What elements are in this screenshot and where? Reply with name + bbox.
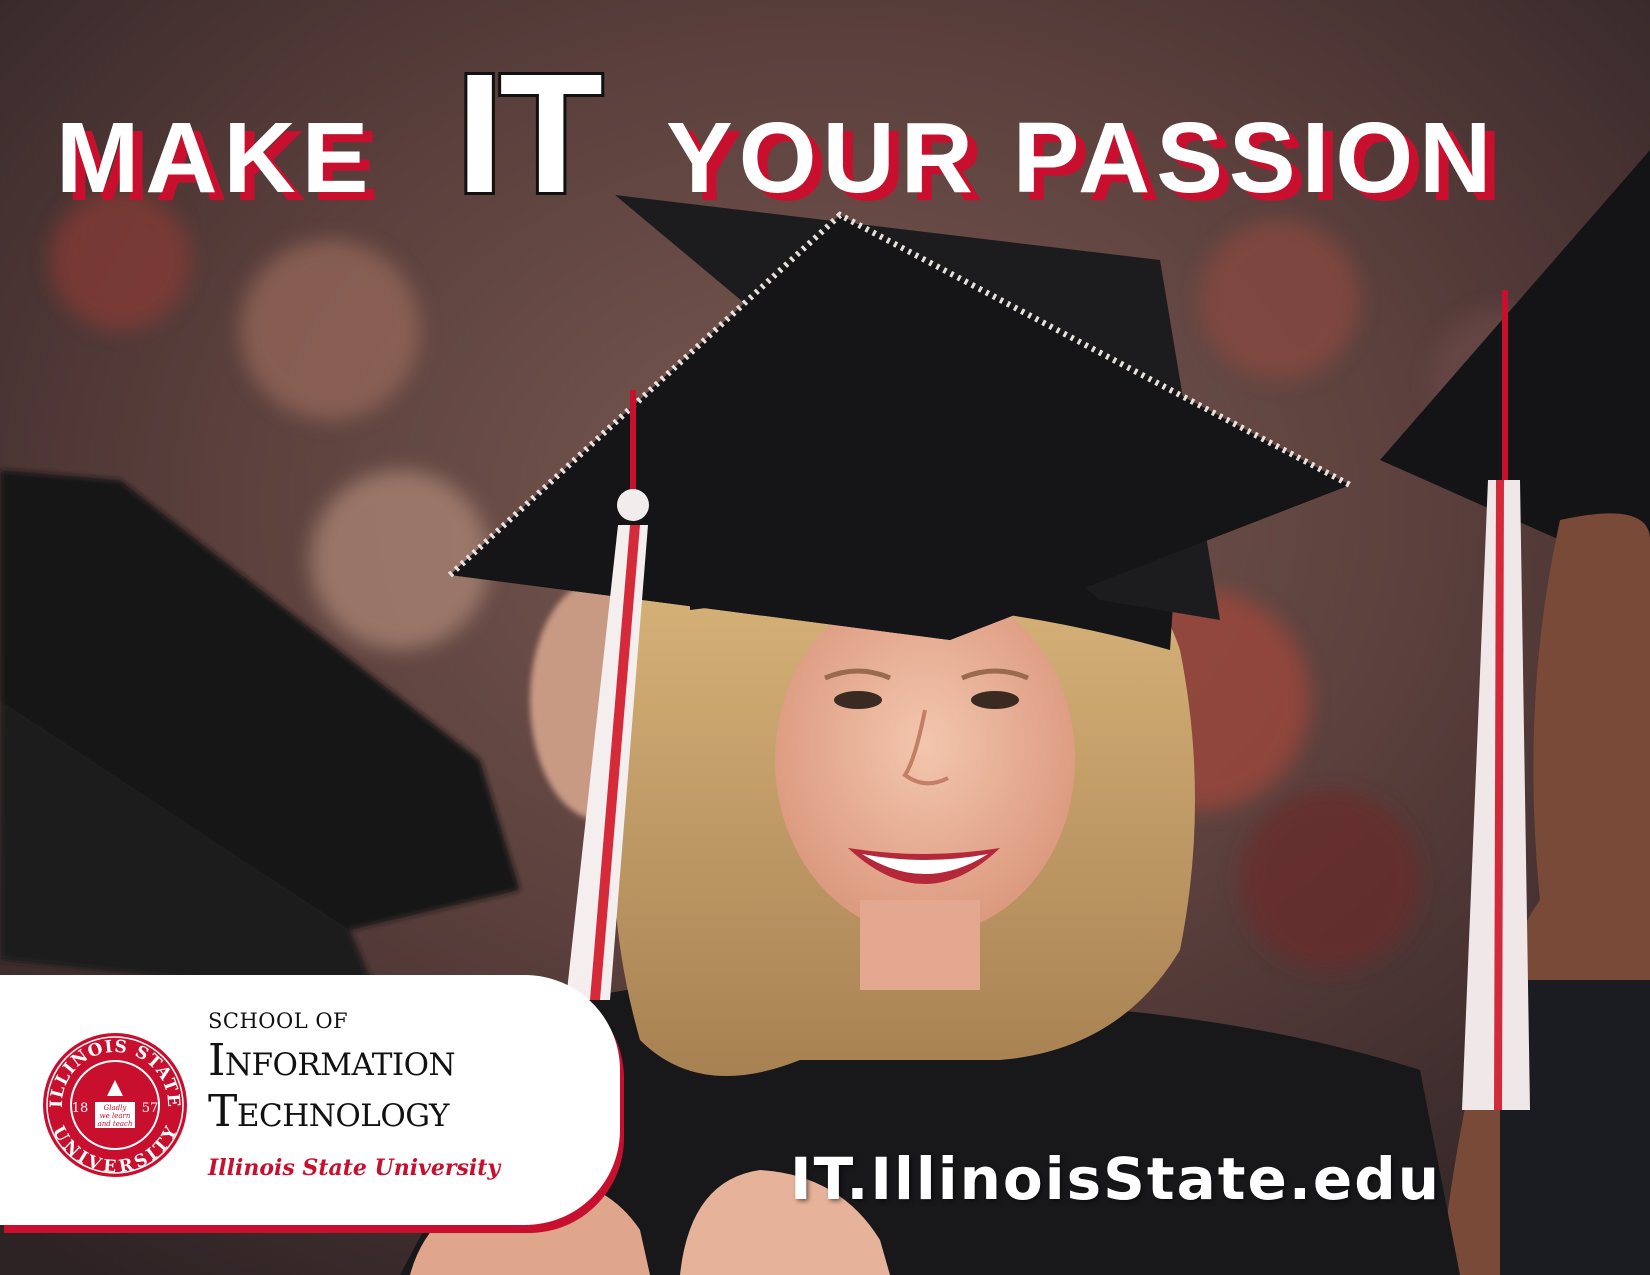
headline: MAKE MAKE IT YOUR PASSION YOUR PASSION <box>56 40 1501 220</box>
headline-your-passion: YOUR PASSION <box>666 102 1497 214</box>
logo-information: Information <box>208 1035 456 1086</box>
headline-make: MAKE <box>56 102 374 214</box>
website-url: IT.IllinoisState.edu <box>790 1145 1442 1213</box>
headline-it: IT <box>456 40 602 220</box>
logo-technology: Technology <box>208 1086 449 1137</box>
seal-year-left: 18 <box>72 1101 89 1116</box>
university-seal: ILLINOIS STATE UNIVERSITY 18 57 Gladly w… <box>43 1033 187 1177</box>
seal-year-right: 57 <box>142 1101 159 1116</box>
seal-motto-3: and teach <box>98 1120 133 1128</box>
logo-card: ILLINOIS STATE UNIVERSITY 18 57 Gladly w… <box>0 975 620 1225</box>
seal-motto-2: we learn <box>100 1112 131 1120</box>
seal-motto-1: Gladly <box>104 1104 128 1112</box>
logo-university: Illinois State University <box>208 1155 501 1181</box>
logo-school-line: SCHOOL OF <box>208 1009 349 1033</box>
